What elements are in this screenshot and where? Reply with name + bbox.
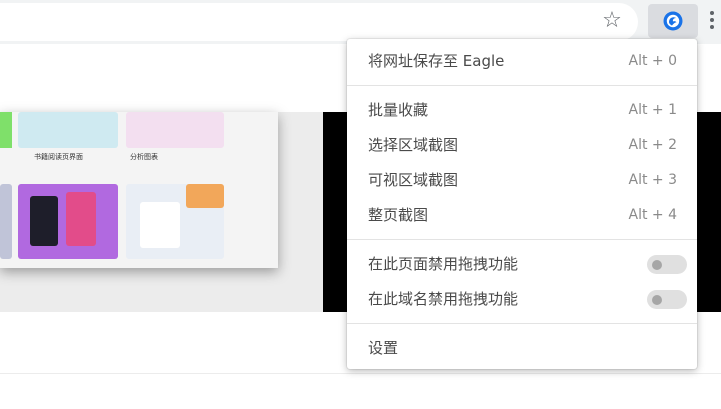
menu-item-label: 设置 — [368, 339, 399, 357]
menu-item-label: 将网址保存至 Eagle — [368, 52, 505, 70]
menu-separator — [347, 239, 697, 240]
preview-tile — [66, 192, 96, 246]
address-bar[interactable] — [0, 3, 638, 41]
menu-separator — [347, 85, 697, 86]
menu-item-save-url[interactable]: 将网址保存至 Eagle Alt + 0 — [347, 44, 697, 78]
browser-toolbar: ☆ — [0, 0, 721, 44]
menu-item-shortcut: Alt + 1 — [628, 102, 678, 118]
menu-item-settings[interactable]: 设置 — [347, 331, 697, 365]
menu-item-area-capture[interactable]: 选择区域截图 Alt + 2 — [347, 128, 697, 162]
preview-tile — [30, 196, 58, 246]
disable-drag-page-toggle[interactable] — [647, 255, 687, 274]
menu-item-shortcut: Alt + 4 — [628, 207, 678, 223]
toggle-knob — [652, 295, 662, 305]
menu-item-shortcut: Alt + 3 — [628, 172, 678, 188]
menu-separator — [347, 323, 697, 324]
eagle-logo-icon — [663, 11, 683, 31]
preview-tile — [0, 184, 12, 259]
menu-item-label: 整页截图 — [368, 206, 429, 224]
menu-item-visible-capture[interactable]: 可视区域截图 Alt + 3 — [347, 163, 697, 197]
bookmark-star-icon[interactable]: ☆ — [600, 9, 624, 33]
menu-item-label: 批量收藏 — [368, 101, 429, 119]
preview-tile — [140, 202, 180, 248]
menu-item-batch-collect[interactable]: 批量收藏 Alt + 1 — [347, 93, 697, 127]
eagle-preview-image: 书籍阅读页界面 分析图表 — [0, 112, 278, 268]
page-divider — [0, 373, 721, 374]
menu-item-label: 选择区域截图 — [368, 136, 459, 154]
preview-tile — [18, 112, 118, 148]
preview-card-label: 书籍阅读页界面 — [34, 153, 83, 161]
menu-item-label: 在此域名禁用拖拽功能 — [368, 290, 519, 308]
menu-item-shortcut: Alt + 0 — [628, 53, 678, 69]
preview-green-block — [0, 112, 12, 148]
eagle-extension-button[interactable] — [648, 4, 698, 38]
preview-tile — [126, 112, 224, 148]
menu-item-label: 在此页面禁用拖拽功能 — [368, 255, 519, 273]
menu-item-shortcut: Alt + 2 — [628, 137, 678, 153]
disable-drag-domain-toggle[interactable] — [647, 290, 687, 309]
eagle-context-menu: 将网址保存至 Eagle Alt + 0 批量收藏 Alt + 1 选择区域截图… — [347, 39, 697, 369]
menu-item-disable-drag-domain[interactable]: 在此域名禁用拖拽功能 — [347, 282, 697, 316]
preview-tile — [186, 184, 224, 208]
toggle-knob — [652, 260, 662, 270]
preview-card-label: 分析图表 — [130, 153, 158, 161]
menu-item-disable-drag-page[interactable]: 在此页面禁用拖拽功能 — [347, 247, 697, 281]
menu-item-label: 可视区域截图 — [368, 171, 459, 189]
browser-menu-icon[interactable] — [707, 8, 717, 36]
menu-item-full-capture[interactable]: 整页截图 Alt + 4 — [347, 198, 697, 232]
